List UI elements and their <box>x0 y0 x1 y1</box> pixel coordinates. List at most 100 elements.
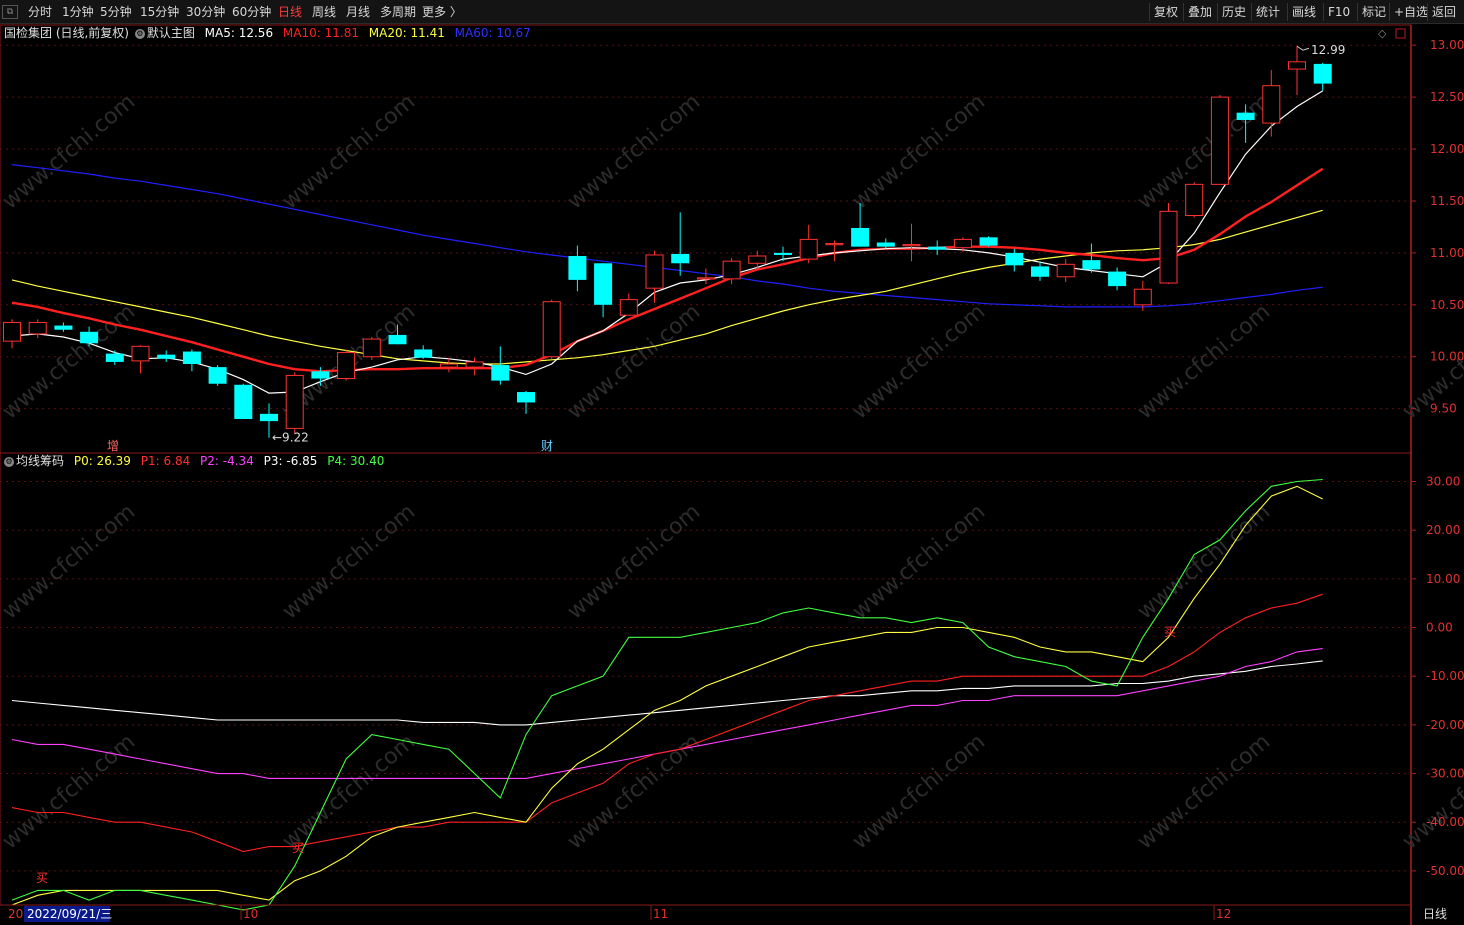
x-tick-label: 10 <box>243 907 258 921</box>
candle <box>1210 95 1229 185</box>
candle-body <box>54 325 73 330</box>
candle <box>696 268 715 285</box>
candle <box>1082 243 1101 273</box>
candle <box>774 246 792 262</box>
buy-marker: 买 <box>292 841 304 855</box>
candle <box>1031 261 1049 281</box>
candle-body <box>696 277 715 280</box>
candle-body <box>774 252 792 255</box>
y-tick-label: -40.00 <box>1426 815 1464 829</box>
candle-body <box>1288 61 1306 70</box>
mark-zeng: 增 <box>107 439 119 453</box>
candle-body <box>388 334 407 345</box>
ma5-label: MA5: 12.56 <box>204 26 274 40</box>
p3-label: P3: -6.85 <box>263 454 318 468</box>
candle-body <box>645 254 664 289</box>
candle-body <box>799 238 818 260</box>
watermark-text: www.cfchi.com <box>0 89 140 214</box>
candle <box>54 322 73 332</box>
candle-body <box>1185 183 1204 217</box>
candle-body <box>1313 63 1332 84</box>
candle-body <box>182 351 201 364</box>
y-tick-label: -30.00 <box>1426 767 1464 781</box>
candle-body <box>285 374 304 429</box>
watermark-text: www.cfchi.com <box>848 729 990 854</box>
candle-body <box>594 263 613 305</box>
candle-body <box>1005 252 1024 266</box>
y-tick-label: 11.50 <box>1430 194 1464 208</box>
y-tick-label: 10.00 <box>1430 350 1464 364</box>
candle <box>902 223 921 262</box>
candle-body <box>465 361 484 368</box>
series-p1-line <box>11 593 1323 853</box>
candle-body <box>748 255 767 264</box>
watermark-text: www.cfchi.com <box>0 729 140 854</box>
candle <box>414 345 433 359</box>
candle-body <box>337 352 356 380</box>
watermark-text: www.cfchi.com <box>1133 729 1275 854</box>
candle-body <box>517 392 535 403</box>
buy-marker: 买 <box>1164 625 1176 639</box>
candle-body <box>234 384 253 420</box>
high-marker <box>1296 45 1310 51</box>
stock-name[interactable]: 国检集团 (日线,前复权) <box>4 26 129 40</box>
candle-body <box>362 338 381 358</box>
y-tick-label: 13.00 <box>1430 38 1464 52</box>
candle <box>1159 203 1178 285</box>
candle-body <box>1210 96 1229 185</box>
y-tick-label: -20.00 <box>1426 718 1464 732</box>
candle <box>1262 70 1281 137</box>
y-tick-label: 10.00 <box>1426 572 1460 586</box>
candle-body <box>722 260 741 280</box>
settings-icon[interactable]: ⚙ <box>4 456 14 467</box>
p4-label: P4: 30.40 <box>327 454 385 468</box>
y-tick-label: 12.00 <box>1430 142 1464 156</box>
y-tick-label: -50.00 <box>1426 864 1464 878</box>
ma60-label: MA60: 10.67 <box>454 26 531 40</box>
candle <box>182 349 201 372</box>
candle <box>671 212 690 276</box>
y-tick-label: 11.00 <box>1430 246 1464 260</box>
candle <box>157 350 176 362</box>
y-tick-label: 20.00 <box>1426 523 1460 537</box>
candle <box>465 357 484 376</box>
candle-body <box>1133 288 1152 306</box>
main-panel-frame <box>0 24 1412 454</box>
candle <box>876 238 895 249</box>
x-tick-label: 12 <box>1216 907 1231 921</box>
ma10-label: MA10: 11.81 <box>282 26 359 40</box>
candle <box>234 383 253 420</box>
candle-body <box>1031 266 1049 277</box>
candle <box>542 299 561 359</box>
candle-body <box>671 253 690 264</box>
candle-body <box>876 242 895 247</box>
candle <box>28 319 47 339</box>
watermark-text: www.cfchi.com <box>848 89 990 214</box>
candle-body <box>953 238 972 249</box>
candle-body <box>414 349 433 358</box>
template-label[interactable]: 默认主图 <box>147 26 195 40</box>
period-tab[interactable]: 日线 <box>1410 904 1460 924</box>
candle-body <box>851 227 870 247</box>
candle-body <box>157 354 176 359</box>
candle-body <box>311 371 330 379</box>
main-legend: 国检集团 (日线,前复权) ⚙ 默认主图 MA5: 12.56 MA10: 11.… <box>4 25 533 41</box>
settings-icon[interactable]: ⚙ <box>134 28 145 39</box>
candle-body <box>1236 112 1255 120</box>
candle <box>1108 267 1127 291</box>
p2-label: P2: -4.34 <box>200 454 254 468</box>
candle <box>1056 259 1075 282</box>
candle <box>3 319 21 349</box>
candle <box>285 372 304 434</box>
p1-label: P1: 6.84 <box>140 454 191 468</box>
indicator-panel-frame <box>0 452 1412 906</box>
candle-body <box>1056 263 1075 278</box>
candle <box>748 250 767 270</box>
watermark-text: www.cfchi.com <box>0 499 140 624</box>
x-tick-label: 11 <box>653 907 668 921</box>
indicator-name[interactable]: 均线筹码 <box>16 454 64 468</box>
candle-body <box>3 321 21 342</box>
y-tick-label: 10.50 <box>1430 298 1464 312</box>
candle <box>1005 248 1024 272</box>
candle-body <box>825 243 844 246</box>
